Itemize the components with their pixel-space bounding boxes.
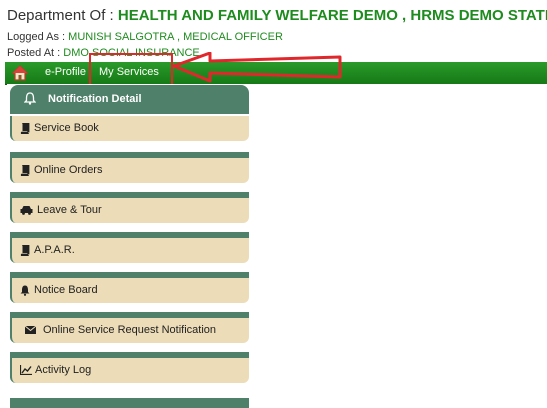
service-book-button[interactable]: Service Book <box>10 116 249 141</box>
online-orders-label: Online Orders <box>34 164 103 176</box>
book-icon <box>20 245 30 256</box>
online-orders-button[interactable]: Online Orders <box>10 158 249 183</box>
car-icon <box>20 206 33 215</box>
envelope-icon <box>25 326 36 334</box>
leave-tour-button[interactable]: Leave & Tour <box>10 198 249 223</box>
posted-at-label: Posted At : <box>7 47 64 59</box>
department-prefix: Department Of : <box>7 7 118 24</box>
department-title: Department Of : HEALTH AND FAMILY WELFAR… <box>7 7 547 24</box>
nav-eprofile[interactable]: e-Profile <box>45 66 86 78</box>
department-name: HEALTH AND FAMILY WELFARE DEMO , HRMS DE… <box>117 7 547 24</box>
apar-button[interactable]: A.P.A.R. <box>10 238 249 263</box>
bell-icon <box>24 92 36 105</box>
annotation-highlight-box <box>89 53 173 88</box>
logged-as-label: Logged As : <box>7 31 69 43</box>
activity-log-label: Activity Log <box>35 364 92 376</box>
notice-board-button[interactable]: Notice Board <box>10 278 249 303</box>
online-service-request-button[interactable]: Online Service Request Notification <box>10 318 249 343</box>
section-divider <box>10 398 249 408</box>
apar-label: A.P.A.R. <box>34 244 75 256</box>
online-service-request-label: Online Service Request Notification <box>43 324 217 336</box>
bell-icon <box>20 285 30 296</box>
chart-icon <box>20 365 32 375</box>
activity-log-button[interactable]: Activity Log <box>10 358 249 383</box>
content-area <box>250 84 547 408</box>
notification-detail-header[interactable]: Notification Detail <box>10 85 249 114</box>
notice-board-label: Notice Board <box>34 284 98 296</box>
notification-detail-label: Notification Detail <box>48 93 142 105</box>
services-sidebar: Notification Detail Service Book Online … <box>7 84 250 408</box>
logged-as-value: MUNISH SALGOTRA , MEDICAL OFFICER <box>68 31 283 43</box>
book-icon <box>20 165 30 176</box>
logged-as-line: Logged As : MUNISH SALGOTRA , MEDICAL OF… <box>7 31 283 43</box>
service-book-label: Service Book <box>34 122 99 134</box>
leave-tour-label: Leave & Tour <box>37 204 102 216</box>
book-icon <box>20 123 30 134</box>
home-icon[interactable] <box>12 65 28 81</box>
